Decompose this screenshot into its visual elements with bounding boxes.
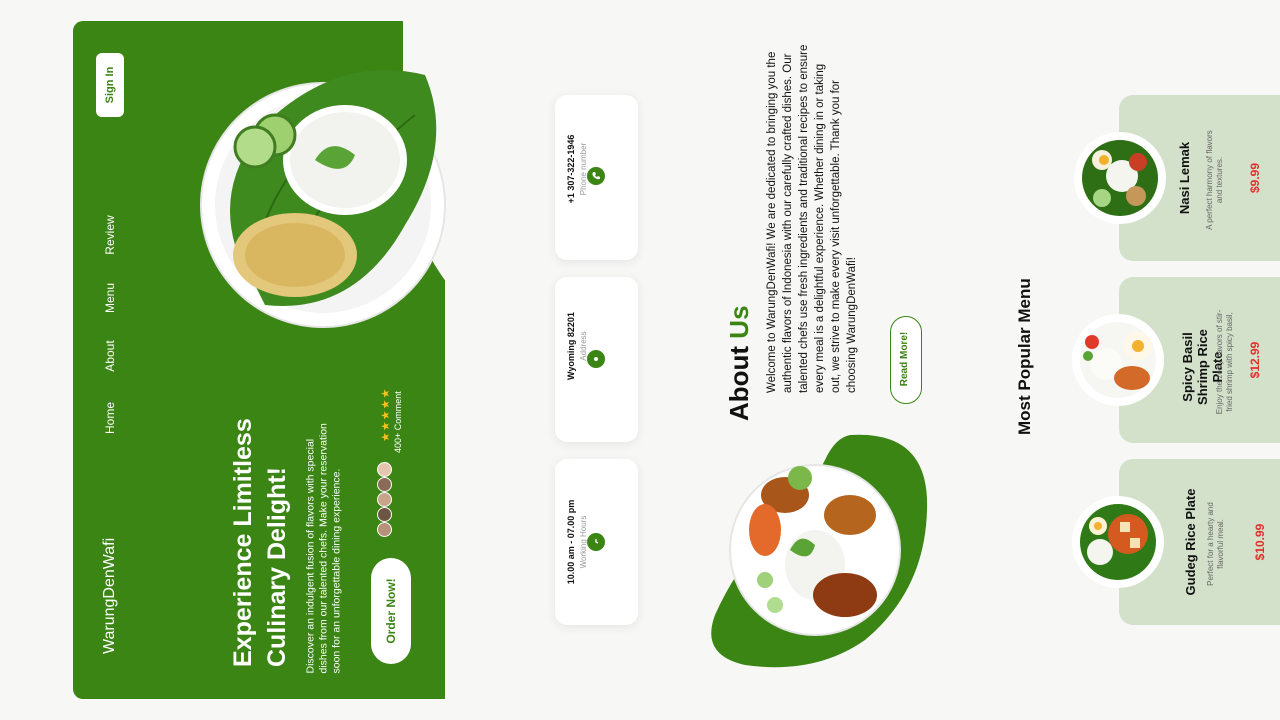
read-more-button[interactable]: Read More! (890, 316, 922, 404)
sign-in-button[interactable]: Sign In (96, 53, 124, 117)
about-title-accent: Us (724, 305, 754, 339)
nav-home[interactable]: Home (102, 393, 118, 443)
about-title: About Us (723, 271, 755, 421)
about-dish-image (711, 434, 928, 668)
avatar (377, 507, 392, 522)
read-more-label: Read More! (899, 331, 910, 387)
working-hours: 10.00 am - 07.00 pm (566, 499, 576, 585)
order-now-button[interactable]: Order Now! (371, 558, 411, 664)
order-now-label: Order Now! (384, 578, 398, 644)
gudeg-price: $10.99 (1253, 523, 1267, 561)
nasi-lemak-price: $9.99 (1248, 162, 1262, 194)
about-description: Welcome to WarungDenWafi! We are dedicat… (766, 44, 858, 393)
hero-subtext-line2: dishes from our talented chefs. Make you… (317, 423, 330, 674)
menu-title: Most Popular Menu (1015, 278, 1034, 435)
nav-review[interactable]: Review (102, 210, 118, 260)
avatar (377, 492, 392, 507)
comment-count: 400+ Comment (393, 391, 403, 453)
spicy-basil-shrimp-image (1072, 314, 1164, 406)
phone-number: +1 307-322-1946 (566, 134, 576, 204)
hero-dish-image (200, 70, 446, 328)
nav-menu[interactable]: Menu (102, 273, 118, 323)
nasi-lemak-desc: A perfect harmony of flavors and texture… (1205, 130, 1224, 230)
hero-headline-line1: Experience Limitless (229, 418, 257, 667)
spicy-basil-shrimp-desc: Enjoy the zesty flavors of stir-fried sh… (1215, 309, 1234, 415)
working-hours-label: Working Hours (579, 515, 588, 569)
sign-in-label: Sign In (104, 66, 116, 104)
nasi-lemak-name: Nasi Lemak (1177, 141, 1192, 215)
gudeg-desc: Perfect for a hearty and flavorful meal. (1206, 502, 1225, 586)
phone-label: Phone number (579, 142, 588, 196)
address-info-card: Wyoming 82201 Address (555, 277, 638, 442)
spicy-basil-shrimp-price: $12.99 (1248, 341, 1262, 379)
gudeg-rice-image (1072, 496, 1164, 588)
avatar (377, 462, 392, 477)
nav-about[interactable]: About (102, 331, 118, 381)
about-title-part1: About (724, 338, 754, 421)
nasi-lemak-image (1074, 132, 1166, 224)
gudeg-name: Gudeg Rice Plate (1183, 488, 1198, 596)
phone-info-card: +1 307-322-1946 Phone number (555, 95, 638, 260)
hero-subtext-line1: Discover an indulgent fusion of flavors … (304, 438, 317, 674)
avatar (377, 522, 392, 537)
hero-headline-line2: Culinary Delight! (263, 466, 291, 667)
hours-info-card: 10.00 am - 07.00 pm Working Hours (555, 459, 638, 625)
hero-subtext-line3: soon for an unforgettable dining experie… (330, 468, 343, 674)
avatar (377, 477, 392, 492)
landing-page: WarungDenWafi Home About Menu Review Sig… (0, 0, 1280, 720)
spicy-basil-shrimp-name: Spicy Basil Shrimp Rice Plate (1180, 329, 1225, 405)
brand-logo[interactable]: WarungDenWafi (100, 538, 120, 654)
rating-stars: ★★★★★ (380, 387, 392, 442)
address-label: Address (579, 331, 588, 361)
address-value: Wyoming 82201 (566, 312, 576, 380)
